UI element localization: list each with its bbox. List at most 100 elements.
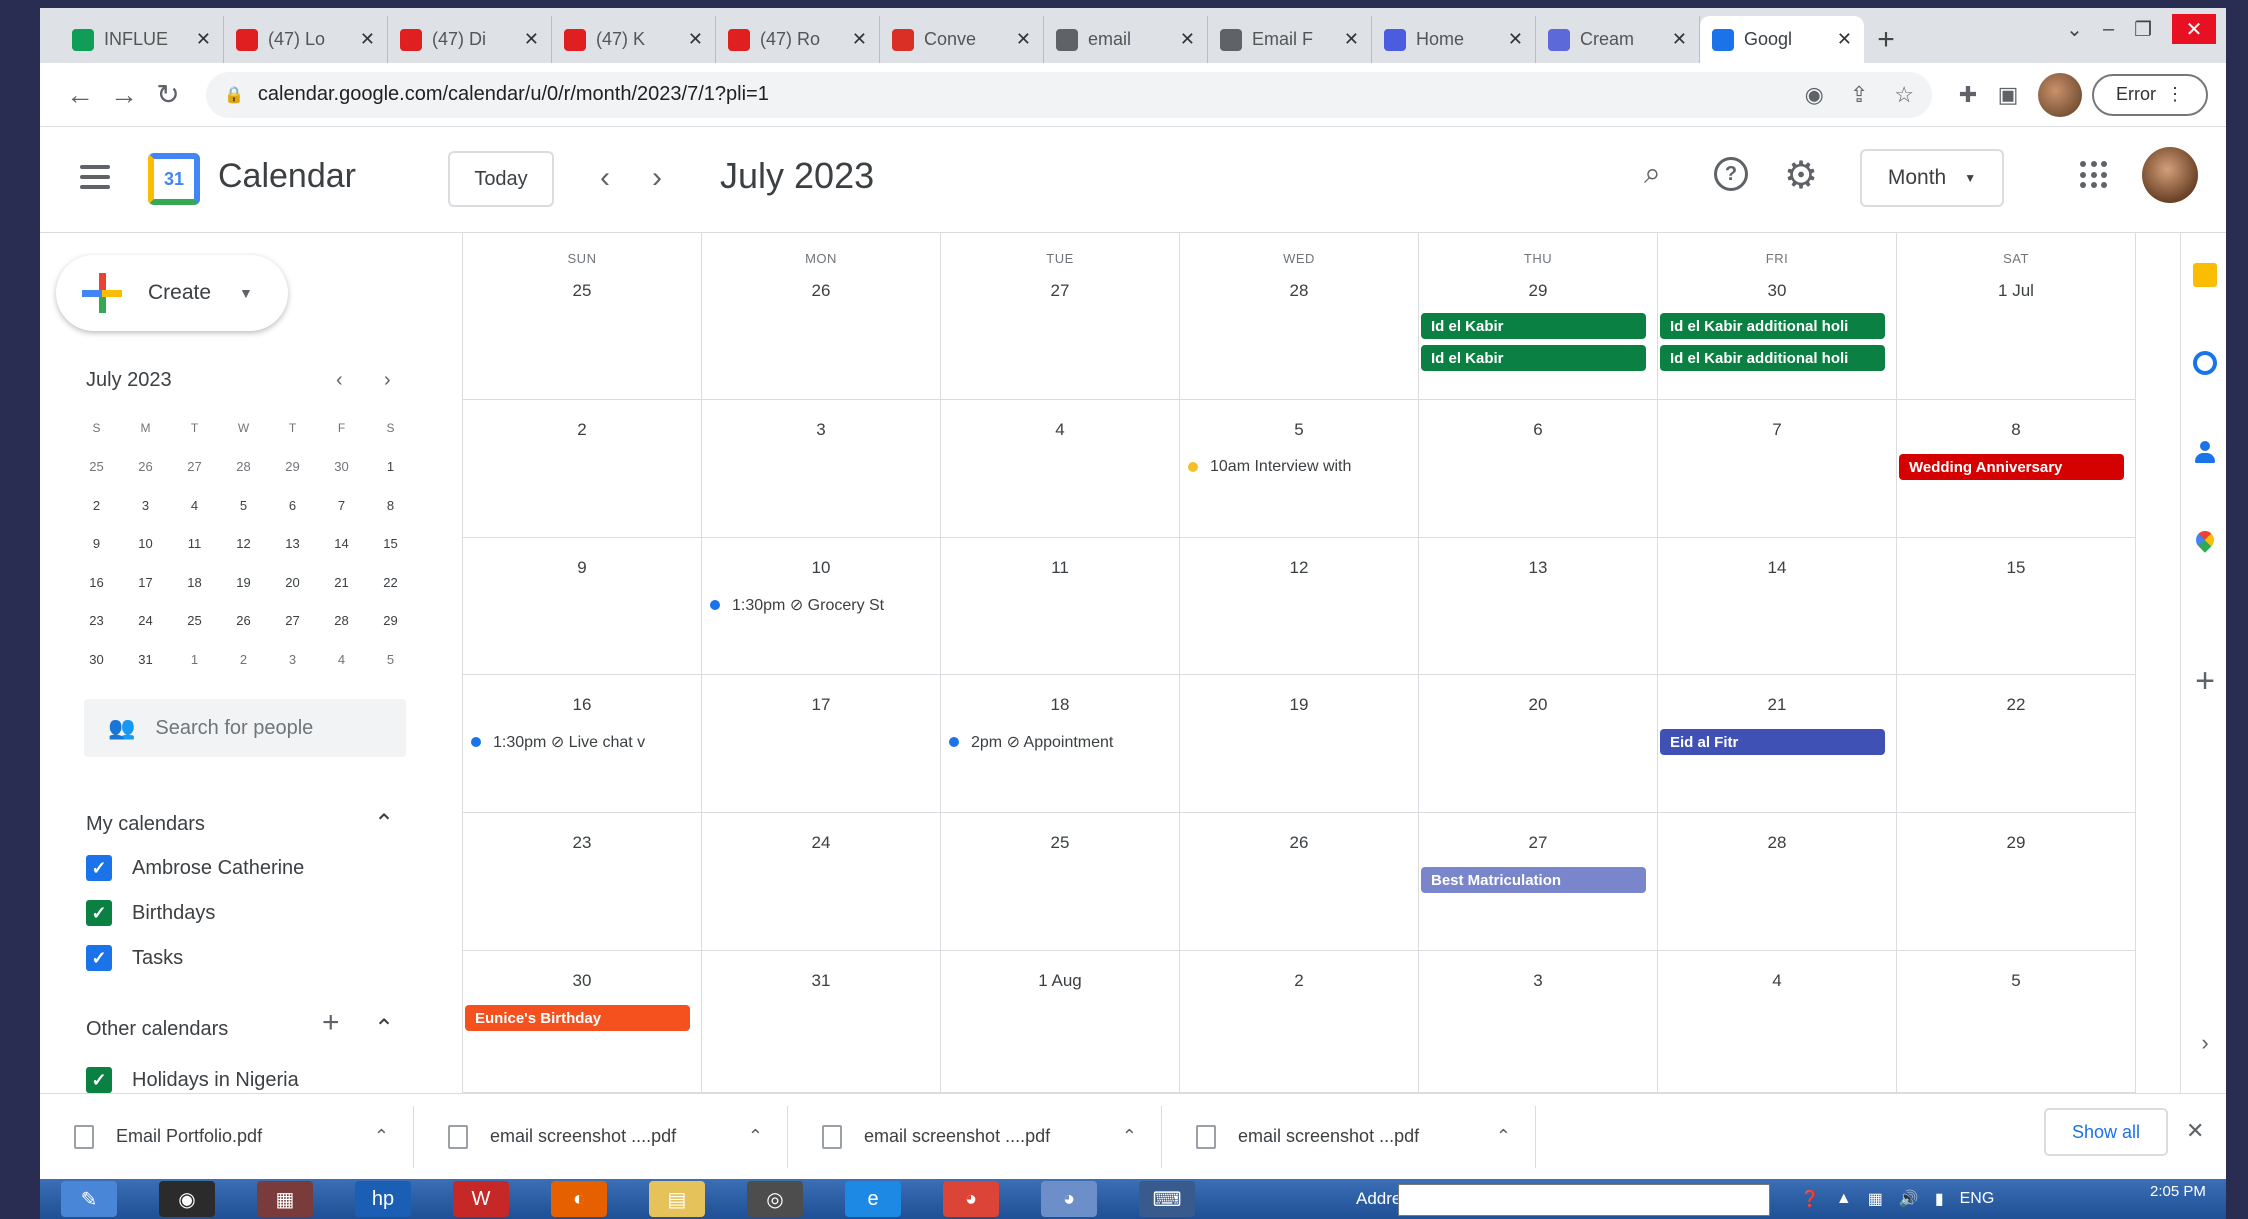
browser-tab[interactable]: (47) Di ✕	[388, 16, 552, 63]
day-cell[interactable]: 28	[1658, 813, 1897, 951]
language-indicator[interactable]: ENG	[1960, 1190, 1995, 1208]
search-icon[interactable]: ⌕	[1644, 157, 1661, 191]
browser-tab[interactable]: Cream ✕	[1536, 16, 1700, 63]
volume-icon[interactable]: 🔊	[1899, 1189, 1919, 1209]
mini-day[interactable]: 8	[366, 486, 415, 525]
day-cell[interactable]: 26	[1180, 813, 1419, 951]
mini-day[interactable]: 19	[219, 563, 268, 602]
day-cell[interactable]: 18 2pm ⊘ Appointment	[941, 675, 1180, 813]
event-chip[interactable]: Eunice's Birthday	[465, 1005, 690, 1031]
prev-month-chevron-icon[interactable]: ‹	[600, 161, 610, 195]
reload-icon[interactable]: ↻	[146, 73, 190, 117]
day-cell[interactable]: 24	[702, 813, 941, 951]
day-number[interactable]: 1 Jul	[1897, 281, 2135, 301]
day-cell[interactable]: 4	[941, 400, 1180, 538]
day-cell[interactable]: SUN 25	[463, 233, 702, 400]
day-number[interactable]: 11	[941, 558, 1179, 578]
get-addons-plus-icon[interactable]: +	[2193, 662, 2217, 700]
mini-day[interactable]: 25	[72, 448, 121, 487]
internet-explorer-icon[interactable]: e	[845, 1181, 901, 1217]
mini-day[interactable]: 7	[317, 486, 366, 525]
day-number[interactable]: 27	[941, 281, 1179, 301]
close-window-icon[interactable]: ✕	[2172, 14, 2216, 44]
create-button[interactable]: Create ▼	[56, 255, 288, 331]
event-chip[interactable]: Id el Kabir additional holi	[1660, 313, 1885, 339]
file-explorer-icon[interactable]: ▤	[649, 1181, 705, 1217]
restore-icon[interactable]: ❐	[2134, 17, 2152, 42]
day-number[interactable]: 22	[1897, 695, 2135, 715]
add-other-calendar-plus-icon[interactable]: +	[322, 1006, 340, 1040]
day-cell[interactable]: 12	[1180, 538, 1419, 675]
show-all-downloads-button[interactable]: Show all	[2044, 1108, 2168, 1156]
day-cell[interactable]: 19	[1180, 675, 1419, 813]
timed-event[interactable]: 10am Interview with	[1188, 454, 1416, 480]
day-cell[interactable]: 14	[1658, 538, 1897, 675]
mini-day[interactable]: 3	[121, 486, 170, 525]
mini-day[interactable]: 3	[268, 640, 317, 679]
day-number[interactable]: 29	[1419, 281, 1657, 301]
mini-day[interactable]: 16	[72, 563, 121, 602]
day-number[interactable]: 28	[1658, 833, 1896, 853]
my-calendars-title[interactable]: My calendars	[86, 813, 205, 836]
extensions-puzzle-icon[interactable]: ✚	[1948, 82, 1988, 108]
tab-close-icon[interactable]: ✕	[1344, 29, 1359, 50]
day-number[interactable]: 20	[1419, 695, 1657, 715]
day-cell[interactable]: 1 Aug	[941, 951, 1180, 1093]
day-cell[interactable]: 9	[463, 538, 702, 675]
minimize-icon[interactable]: –	[2103, 18, 2114, 41]
mini-day[interactable]: 1	[170, 640, 219, 679]
google-apps-grid-icon[interactable]	[2080, 161, 2108, 189]
day-cell[interactable]: 30 Eunice's Birthday	[463, 951, 702, 1093]
mini-day[interactable]: 10	[121, 525, 170, 564]
mini-day[interactable]: 5	[219, 486, 268, 525]
day-number[interactable]: 30	[1658, 281, 1896, 301]
day-number[interactable]: 7	[1658, 420, 1896, 440]
day-number[interactable]: 4	[1658, 971, 1896, 991]
event-chip[interactable]: Id el Kabir	[1421, 313, 1646, 339]
chevron-up-icon[interactable]: ⌃	[1496, 1126, 1511, 1147]
forward-arrow-icon[interactable]: →	[102, 73, 146, 117]
error-chip-button[interactable]: Error ⋮	[2091, 73, 2208, 116]
tasks-icon[interactable]	[2193, 351, 2217, 375]
help-tray-icon[interactable]: ❓	[1800, 1189, 1820, 1209]
mini-day[interactable]: 20	[268, 563, 317, 602]
collapse-chevron-up-icon[interactable]: ⌃	[374, 1014, 394, 1043]
eye-icon[interactable]: ◉	[1805, 82, 1824, 108]
mini-day[interactable]: 28	[219, 448, 268, 487]
checkbox-checked-icon[interactable]: ✓	[86, 900, 112, 926]
settings-gear-icon[interactable]: ⚙	[1784, 153, 1818, 198]
day-cell[interactable]: 5	[1897, 951, 2136, 1093]
day-number[interactable]: 19	[1180, 695, 1418, 715]
other-calendars-title[interactable]: Other calendars	[86, 1018, 228, 1041]
event-chip[interactable]: Id el Kabir	[1421, 345, 1646, 371]
calendar-logo-icon[interactable]: 31	[148, 153, 200, 205]
collapse-chevron-up-icon[interactable]: ⌃	[374, 809, 394, 838]
day-number[interactable]: 10	[702, 558, 940, 578]
day-number[interactable]: 21	[1658, 695, 1896, 715]
tab-close-icon[interactable]: ✕	[1837, 29, 1852, 50]
mini-day[interactable]: 2	[72, 486, 121, 525]
day-cell[interactable]: 17	[702, 675, 941, 813]
mini-day[interactable]: 27	[170, 448, 219, 487]
search-people-input[interactable]: 👥 Search for people	[84, 699, 406, 757]
day-cell[interactable]: 5 10am Interview with	[1180, 400, 1419, 538]
day-cell[interactable]: 16 1:30pm ⊘ Live chat v	[463, 675, 702, 813]
browser-tab[interactable]: (47) Ro ✕	[716, 16, 880, 63]
tab-close-icon[interactable]: ✕	[1016, 29, 1031, 50]
browser-tab[interactable]: email ✕	[1044, 16, 1208, 63]
day-cell[interactable]: THU 29 Id el Kabir Id el Kabir	[1419, 233, 1658, 400]
day-number[interactable]: 25	[941, 833, 1179, 853]
day-cell[interactable]: 11	[941, 538, 1180, 675]
day-number[interactable]: 6	[1419, 420, 1657, 440]
mini-day[interactable]: 14	[317, 525, 366, 564]
day-cell[interactable]: 2	[463, 400, 702, 538]
tab-search-icon[interactable]: ⌄	[2066, 17, 2083, 42]
mini-day[interactable]: 29	[366, 602, 415, 641]
photo-app-icon[interactable]: ▦	[257, 1181, 313, 1217]
mini-next-chevron-icon[interactable]: ›	[384, 369, 391, 392]
day-cell[interactable]: 13	[1419, 538, 1658, 675]
browser-tab[interactable]: INFLUE ✕	[60, 16, 224, 63]
network-icon[interactable]: ▦	[1868, 1189, 1883, 1209]
download-item[interactable]: Email Portfolio.pdf ⌃	[40, 1105, 414, 1168]
day-cell[interactable]: MON 26	[702, 233, 941, 400]
